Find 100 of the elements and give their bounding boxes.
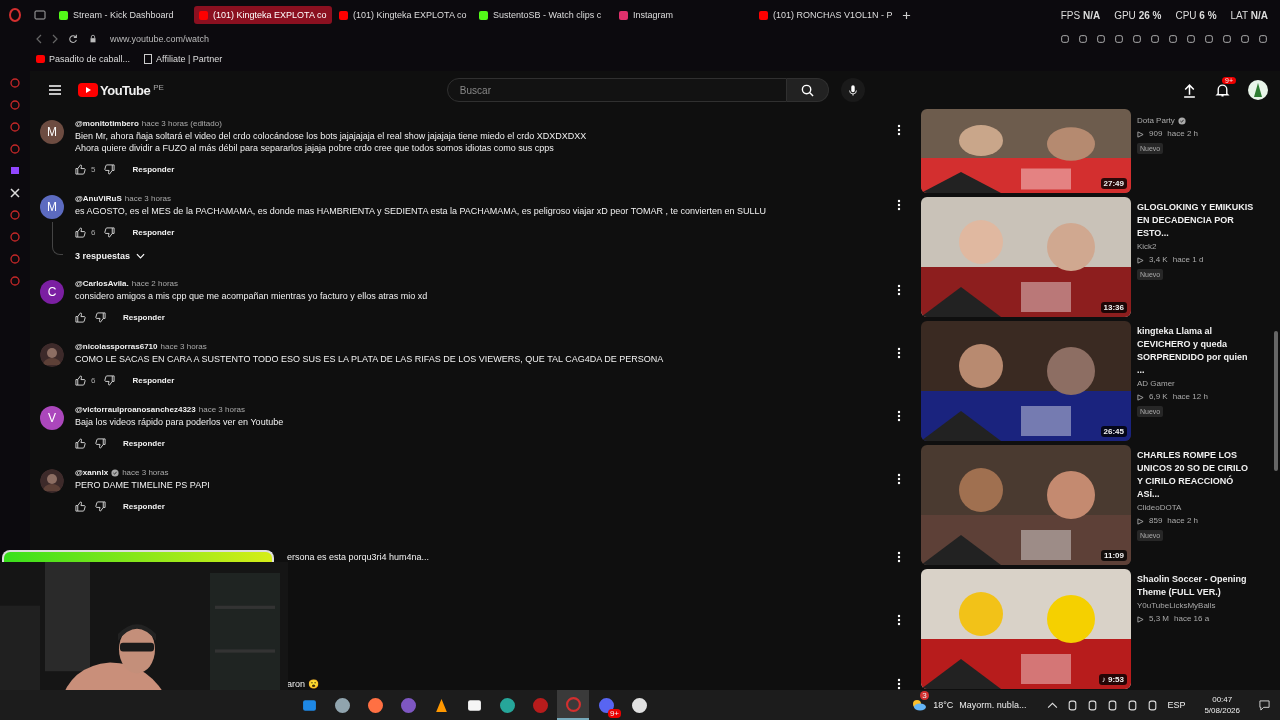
x-logo-icon[interactable] bbox=[9, 187, 21, 199]
reply-button[interactable]: Responder bbox=[124, 225, 183, 239]
sidebar-icon[interactable] bbox=[9, 209, 21, 221]
chevron-down-icon[interactable] bbox=[136, 253, 146, 259]
toolbar-icon[interactable] bbox=[1240, 33, 1250, 44]
play-logo-icon[interactable] bbox=[78, 83, 98, 97]
clock-date[interactable]: 5/08/2026 bbox=[1204, 705, 1240, 716]
toolbar-icon[interactable] bbox=[1096, 33, 1106, 44]
channel-name[interactable]: Kick2 bbox=[1137, 241, 1157, 253]
sidebar-icon[interactable] bbox=[9, 143, 21, 155]
sidebar-icon[interactable] bbox=[9, 253, 21, 265]
dislike-icon[interactable] bbox=[104, 226, 116, 238]
dislike-icon[interactable] bbox=[95, 311, 106, 323]
like-icon[interactable] bbox=[75, 163, 86, 175]
reply-button[interactable]: Responder bbox=[115, 436, 173, 450]
toolbar-icon[interactable] bbox=[1114, 33, 1124, 44]
more-options-icon[interactable] bbox=[897, 614, 901, 626]
search-icon[interactable] bbox=[800, 83, 814, 97]
toolbar-icon[interactable] bbox=[1060, 33, 1070, 44]
like-icon[interactable] bbox=[75, 374, 86, 386]
comment-author[interactable]: @CarlosAvila. bbox=[75, 277, 129, 290]
reply-button[interactable]: Responder bbox=[124, 162, 183, 176]
toolbar-icon[interactable] bbox=[1222, 33, 1232, 44]
toolbar-icon[interactable] bbox=[1132, 33, 1142, 44]
toolbar-icon[interactable] bbox=[1186, 33, 1196, 44]
address-field[interactable]: www.youtube.com/watch bbox=[108, 33, 212, 44]
avatar[interactable]: M bbox=[40, 120, 64, 144]
scrollbar[interactable] bbox=[1274, 331, 1278, 471]
video-title[interactable]: kingteka Llama al CEVICHERO y queda SORPRENDIDO por quien ... bbox=[1137, 325, 1255, 377]
reply-button[interactable]: Responder bbox=[115, 499, 173, 513]
browser-tab[interactable]: Stream - Kick Dashboard bbox=[54, 6, 192, 24]
avatar[interactable]: V bbox=[40, 406, 64, 430]
more-options-icon[interactable] bbox=[897, 199, 901, 211]
toolbar-icon[interactable] bbox=[1078, 33, 1088, 44]
upload-icon[interactable] bbox=[1182, 82, 1197, 98]
tray-icon[interactable] bbox=[1127, 699, 1139, 711]
browser-tab[interactable]: SustentoSB - Watch clips c bbox=[474, 6, 612, 24]
channel-name[interactable]: AD Gamer bbox=[1137, 378, 1175, 390]
more-options-icon[interactable] bbox=[897, 473, 901, 485]
tray-icon[interactable] bbox=[1087, 699, 1099, 711]
avatar[interactable]: C bbox=[40, 280, 64, 304]
like-icon[interactable] bbox=[75, 500, 86, 512]
chevron-up-icon[interactable] bbox=[1047, 699, 1059, 711]
more-options-icon[interactable] bbox=[897, 410, 901, 422]
forward-icon[interactable] bbox=[52, 33, 58, 44]
cone-icon[interactable] bbox=[433, 697, 449, 713]
more-options-icon[interactable] bbox=[897, 551, 901, 563]
search-button[interactable] bbox=[786, 78, 829, 102]
browser-tab[interactable]: Instagram bbox=[614, 6, 752, 24]
logo-text[interactable]: YouTube bbox=[100, 82, 151, 98]
toolbar-icon[interactable] bbox=[1204, 33, 1214, 44]
microphone-button[interactable] bbox=[840, 78, 865, 102]
tray-icon[interactable] bbox=[1067, 699, 1079, 711]
video-title[interactable]: CHARLES ROMPE LOS UNICOS 20 SO DE CIRILO Y CIRILO REACCIONÓ ASÍ... bbox=[1137, 449, 1255, 501]
bookmark[interactable]: Affiliate | Partner bbox=[144, 54, 223, 64]
dislike-icon[interactable] bbox=[104, 163, 116, 175]
comment-author[interactable]: @monitotimbero bbox=[75, 117, 139, 130]
toolbar-icon[interactable] bbox=[1150, 33, 1160, 44]
comment-author[interactable]: @victorraulproanosanchez4323 bbox=[75, 403, 196, 416]
language-indicator[interactable]: ESP bbox=[1167, 700, 1186, 710]
dislike-icon[interactable] bbox=[104, 374, 116, 386]
notification-icon[interactable] bbox=[1259, 699, 1270, 711]
weather-text[interactable]: Mayorm. nubla... bbox=[959, 700, 1027, 710]
tray-icon[interactable] bbox=[1107, 699, 1119, 711]
tray-icon[interactable] bbox=[1147, 699, 1159, 711]
browser-tab[interactable]: (101) Kingteka EXPLOTA co bbox=[194, 6, 332, 24]
toolbar-icon[interactable] bbox=[1258, 33, 1268, 44]
clock-time[interactable]: 00:47 bbox=[1212, 694, 1233, 705]
bell-icon[interactable] bbox=[1215, 82, 1230, 98]
sidebar-icon[interactable] bbox=[9, 121, 21, 133]
bookmark[interactable]: Pasadito de caball... bbox=[36, 54, 131, 64]
browser-tab[interactable]: (101) RONCHAS V1OL1N - P bbox=[754, 6, 892, 24]
reload-icon[interactable] bbox=[68, 33, 78, 44]
video-title[interactable]: GLOGLOKING Y EMIKUKIS EN DECADENCIA POR ESTO... bbox=[1137, 201, 1255, 240]
channel-name[interactable]: Dota Party bbox=[1137, 115, 1175, 127]
sidebar-icon[interactable] bbox=[9, 77, 21, 89]
like-icon[interactable] bbox=[75, 311, 86, 323]
temperature[interactable]: 18°C bbox=[933, 700, 954, 710]
menu-icon[interactable] bbox=[48, 84, 62, 96]
envelope-icon[interactable] bbox=[301, 697, 317, 713]
more-options-icon[interactable] bbox=[897, 347, 901, 359]
search-field[interactable]: Buscar bbox=[446, 78, 787, 102]
reply-button[interactable]: Responder bbox=[115, 310, 173, 324]
more-options-icon[interactable] bbox=[897, 284, 901, 296]
browser-tab[interactable]: (101) Kingteka EXPLOTA co bbox=[334, 6, 472, 24]
chat-bubble-icon[interactable] bbox=[9, 165, 21, 177]
like-icon[interactable] bbox=[75, 226, 86, 238]
dislike-icon[interactable] bbox=[95, 500, 106, 512]
sidebar-icon[interactable] bbox=[9, 275, 21, 287]
ring-icon[interactable] bbox=[8, 8, 22, 22]
comment-author[interactable]: @xannlx bbox=[75, 466, 109, 479]
channel-name[interactable]: ClideoDOTA bbox=[1137, 502, 1182, 514]
microphone-icon[interactable] bbox=[846, 83, 859, 97]
taskbar-app[interactable]: 9+ bbox=[590, 690, 622, 720]
comment-author[interactable]: @AnuViRuS bbox=[75, 192, 122, 205]
toolbar-icon[interactable] bbox=[1168, 33, 1178, 44]
sidebar-icon[interactable] bbox=[9, 99, 21, 111]
replies-toggle[interactable]: 3 respuestas bbox=[75, 251, 146, 261]
more-options-icon[interactable] bbox=[897, 124, 901, 136]
tab-list-icon[interactable] bbox=[34, 9, 46, 21]
